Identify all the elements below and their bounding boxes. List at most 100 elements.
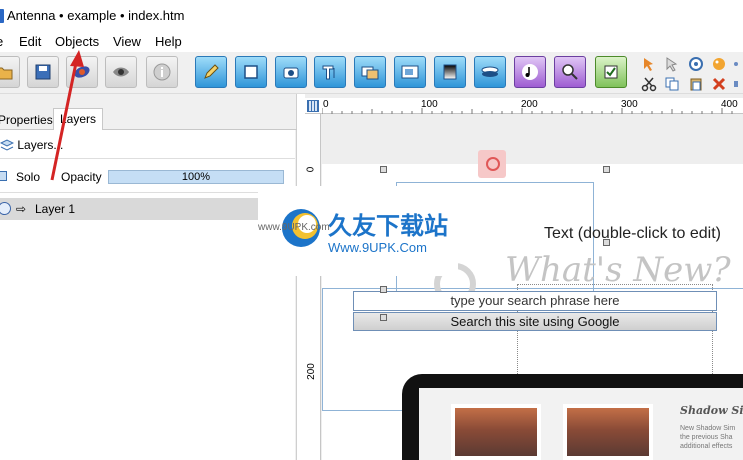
pencil-icon [204, 64, 219, 79]
layers-menu-button[interactable]: Layers... [0, 138, 63, 152]
camera-icon [283, 67, 299, 79]
publish-button[interactable] [66, 56, 98, 88]
rectangle-icon [244, 65, 258, 79]
copy-button[interactable] [663, 75, 681, 93]
scissors-icon [641, 77, 657, 92]
visibility-icon[interactable] [0, 202, 11, 215]
delete-button[interactable] [710, 75, 728, 93]
checkbox-icon [604, 65, 618, 79]
color-tool[interactable] [710, 55, 728, 73]
more-tool[interactable] [731, 55, 743, 73]
resize-handle[interactable] [603, 166, 610, 173]
more-edit-tool[interactable] [731, 75, 743, 93]
text-element[interactable]: Text (double-click to edit) [544, 225, 734, 243]
menu-view[interactable]: View [113, 34, 141, 49]
layers-icon [0, 139, 15, 151]
tab-layers[interactable]: Layers [53, 108, 104, 131]
gallery-icon [361, 66, 379, 80]
search-input[interactable]: type your search phrase here [353, 291, 717, 311]
info-icon [153, 63, 171, 81]
select-tool[interactable] [663, 55, 681, 73]
resize-handle[interactable] [380, 314, 387, 321]
divider [0, 158, 295, 159]
image-tool-button[interactable] [275, 56, 307, 88]
music-note-icon [522, 64, 538, 80]
shadow-sim-title: Shadow Sim [680, 404, 743, 417]
audio-tool-button[interactable] [514, 56, 546, 88]
paste-icon [690, 78, 702, 91]
search-tool-button[interactable] [554, 56, 586, 88]
box-tool-button[interactable] [235, 56, 267, 88]
menu-help[interactable]: Help [155, 34, 182, 49]
ruler-origin-button[interactable] [307, 100, 319, 112]
vertical-ruler[interactable]: 0 200 [305, 114, 321, 460]
open-button[interactable] [0, 56, 20, 88]
shape-tool-button[interactable] [474, 56, 506, 88]
ruler-label: 200 [305, 363, 317, 380]
desc-line: additional effects [680, 443, 733, 450]
title-bar: Antenna • example • index.htm [0, 0, 743, 32]
menu-objects[interactable]: Objects [55, 34, 99, 49]
gradient-tool-button[interactable] [434, 56, 466, 88]
folder-icon [0, 67, 13, 80]
layer-name: Layer 1 [35, 202, 76, 216]
divider [0, 192, 295, 193]
close-icon [712, 77, 726, 91]
globe-icon [74, 66, 90, 78]
layer-row[interactable]: ⇨ Layer 1 [0, 198, 295, 220]
ruler-label: 0 [305, 166, 317, 173]
preview-button[interactable] [105, 56, 137, 88]
media-tool-button[interactable] [394, 56, 426, 88]
save-button[interactable] [27, 56, 59, 88]
menu-file[interactable]: e [0, 34, 3, 49]
hand-icon [644, 58, 653, 71]
resize-handle[interactable] [380, 166, 387, 173]
ruler-ticks [322, 108, 733, 114]
guide-line [322, 288, 323, 410]
opacity-value: 100% [181, 171, 211, 183]
app-icon [0, 9, 4, 23]
layers-list: Layers... Solo Opacity 100% ⇨ Layer 1 [0, 130, 295, 460]
magnifier-icon [562, 64, 578, 80]
save-icon [35, 64, 51, 80]
target-icon [689, 57, 703, 71]
more-icon [734, 81, 738, 87]
video-icon [401, 65, 419, 79]
menu-edit[interactable]: Edit [19, 34, 41, 49]
form-tool-button[interactable] [595, 56, 627, 88]
palette-icon [713, 58, 725, 70]
opacity-slider[interactable]: 100% [108, 170, 284, 184]
watermark-brand: 久友下载站 [328, 212, 448, 240]
menu-bar: e Edit Objects View Help [0, 32, 743, 52]
ellipse-icon [481, 66, 499, 77]
dots-icon [734, 62, 738, 66]
desc-line: the previous Sha [680, 434, 733, 441]
desc-line: New Shadow Sim [680, 425, 736, 432]
cut-button[interactable] [640, 75, 658, 93]
thumbnail-image [563, 404, 653, 460]
text-icon [322, 65, 335, 80]
paste-button[interactable] [687, 75, 705, 93]
target-tool[interactable] [687, 55, 705, 73]
toolbar [0, 52, 743, 94]
watermark-small: www.9UPK.com [258, 222, 330, 233]
arrow-right-icon: ⇨ [16, 202, 27, 216]
text-tool-button[interactable] [314, 56, 346, 88]
thumbnail-image [451, 404, 541, 460]
pointer-tool[interactable] [640, 55, 658, 73]
anchor-pin-icon[interactable] [478, 150, 506, 178]
gradient-icon [443, 64, 457, 80]
info-button[interactable] [146, 56, 178, 88]
solo-checkbox[interactable] [0, 171, 7, 181]
panel-tabs: Properties Layers [0, 108, 297, 131]
draw-tool-button[interactable] [195, 56, 227, 88]
gallery-tool-button[interactable] [354, 56, 386, 88]
opacity-label: Opacity [61, 170, 102, 184]
layers-menu-label: Layers... [17, 138, 64, 152]
tab-properties[interactable]: Properties [0, 110, 59, 130]
resize-handle[interactable] [380, 286, 387, 293]
eye-icon [113, 67, 129, 77]
watermark-url: Www.9UPK.Com [328, 240, 427, 255]
shadow-sim-desc: New Shadow Sim the previous Sha addition… [680, 424, 735, 451]
search-google-button[interactable]: Search this site using Google [353, 312, 717, 331]
